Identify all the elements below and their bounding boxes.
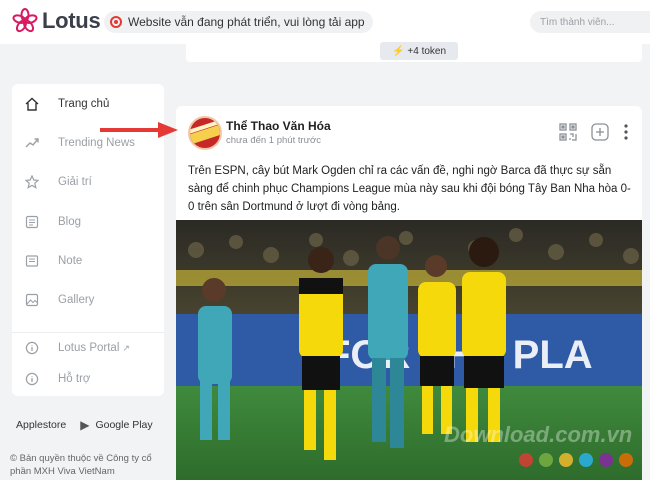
home-icon [24,96,40,112]
post-timestamp: chưa đến 1 phút trước [226,135,321,146]
sidebar-item-label: Gallery [58,294,95,306]
notice-text: Website vẫn đang phát triển, vui lòng tả… [128,15,365,29]
applestore-link[interactable]: Applestore [10,419,66,431]
token-reward-chip[interactable]: ⚡ +4 token [380,42,458,60]
app-store-links: Applestore ▶ Google Play [10,418,167,432]
post-text: Trên ESPN, cây bút Mark Ogden chỉ ra các… [188,165,631,213]
sidebar-item-entertainment[interactable]: Giải trí [12,166,164,198]
more-options-icon[interactable] [622,122,630,142]
sidebar-item-label: Note [58,255,83,267]
sidebar-item-label: Trang chủ [58,98,110,110]
add-icon[interactable] [590,122,610,142]
post-photo[interactable]: FOR THE PLA Download.com.vn [176,220,642,480]
qr-code-icon[interactable] [558,122,578,142]
gallery-icon [24,292,40,308]
sidebar-item-note[interactable]: Note [12,245,164,277]
star-icon [24,174,40,190]
lotus-flower-icon [12,8,38,34]
blog-icon [24,214,40,230]
trending-icon [24,135,40,151]
applestore-label: Applestore [16,419,67,431]
sidebar-item-label: Giải trí [58,176,92,188]
sidebar-item-blog[interactable]: Blog [12,206,164,238]
copyright-text: © Bản quyền thuộc về Công ty cổ phần MXH… [10,453,152,477]
info-icon [24,371,40,387]
sidebar-item-gallery[interactable]: Gallery [12,284,164,316]
sidebar-item-label: Lotus Portal [58,342,120,354]
post-card: Thể Thao Văn Hóa chưa đến 1 phút trước T… [176,106,642,480]
red-arrow-annotation [100,120,180,145]
sidebar-item-label: Blog [58,216,82,228]
author-avatar[interactable] [188,116,222,150]
external-link-icon: ↗ [122,342,130,353]
lotus-logo[interactable]: Lotus [12,8,101,34]
record-icon [110,16,122,28]
sidebar-item-home[interactable]: Trang chủ [12,88,164,120]
stadium-banner: FOR THE PLA [326,333,593,377]
play-icon: ▶ [80,418,90,432]
token-label: +4 token [407,45,447,57]
sidebar-item-support[interactable]: Hỗ trợ [12,363,164,395]
google-play-label: Google Play [95,419,153,431]
sidebar-item-label: Hỗ trợ [58,373,91,385]
search-members-input[interactable] [530,11,650,33]
watermark-text: Download.com.vn [444,422,632,447]
note-icon [24,253,40,269]
dev-notice-banner[interactable]: Website vẫn đang phát triển, vui lòng tả… [104,11,373,33]
logo-text: Lotus [42,8,101,33]
google-play-link[interactable]: ▶ Google Play [80,418,152,432]
bolt-icon: ⚡ [391,45,405,57]
info-icon [24,340,40,356]
post-author-name[interactable]: Thể Thao Văn Hóa [226,119,331,133]
post-actions [546,122,630,142]
sidebar-item-lotus-portal[interactable]: Lotus Portal ↗ [12,332,164,364]
